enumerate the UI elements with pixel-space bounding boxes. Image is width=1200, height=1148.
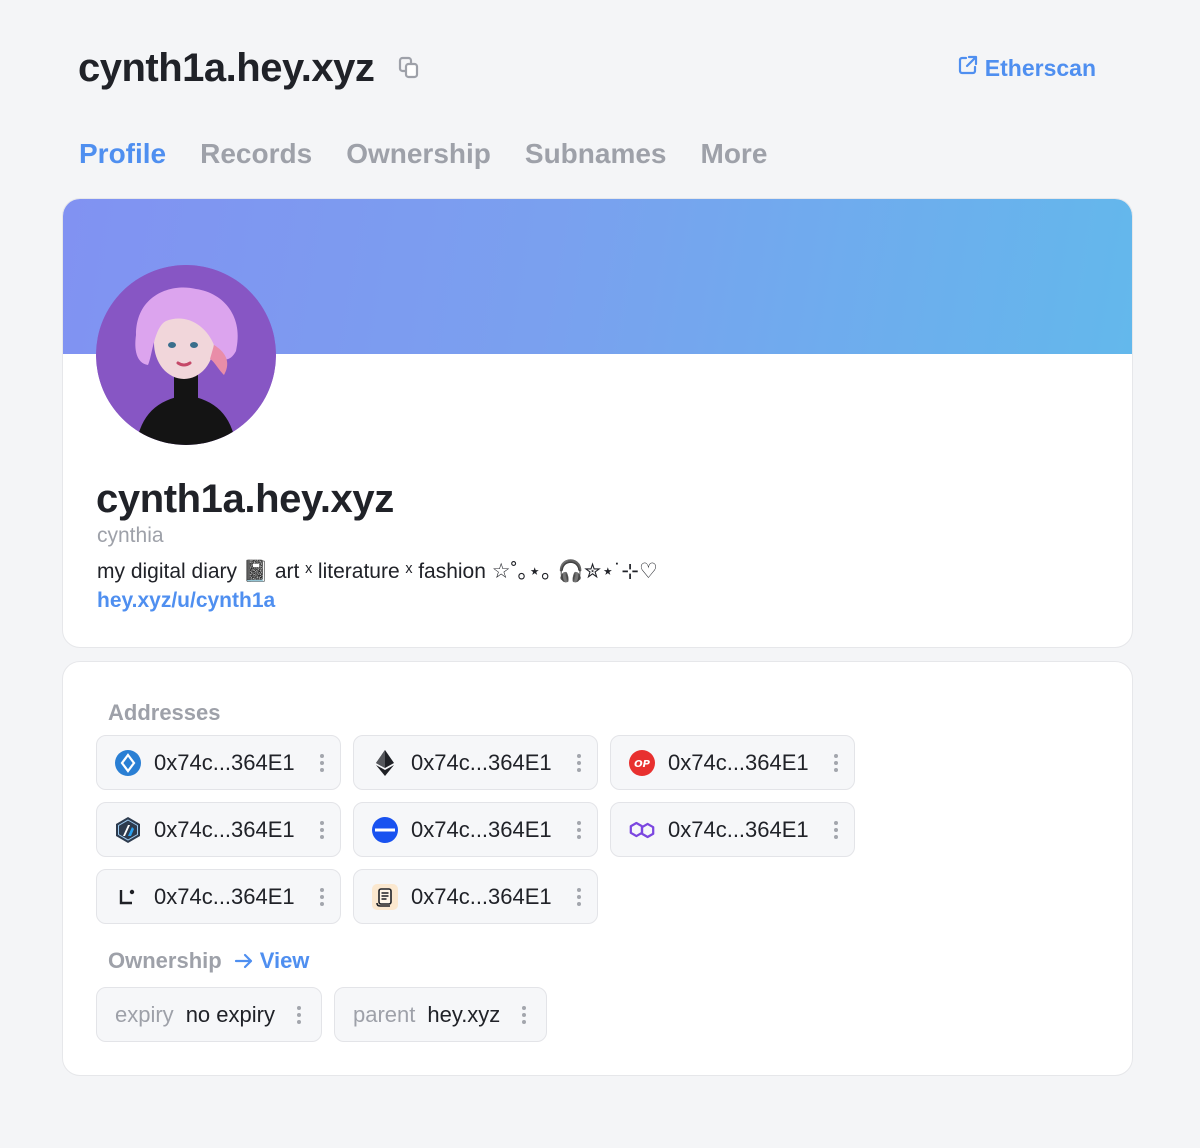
address-chip[interactable]: 0x74c...364E1: [353, 802, 598, 857]
address-chip[interactable]: 0x74c...364E1: [610, 802, 855, 857]
more-options-icon[interactable]: [318, 820, 326, 839]
svg-text:OP: OP: [634, 759, 651, 770]
etherscan-label: Etherscan: [984, 54, 1096, 81]
address-chip[interactable]: 0x74c...364E1: [96, 735, 341, 790]
more-options-icon[interactable]: [832, 753, 840, 772]
ethereum-icon: [371, 749, 399, 777]
profile-bio: my digital diary 📓 art ˣ literature ˣ fa…: [97, 560, 658, 583]
more-options-icon[interactable]: [318, 753, 326, 772]
profile-card: cynth1a.hey.xyz cynthia my digital diary…: [62, 198, 1133, 648]
copy-icon[interactable]: [396, 55, 422, 81]
address-value: 0x74c...364E1: [411, 883, 552, 909]
tab-profile[interactable]: Profile: [79, 138, 166, 170]
expiry-key: expiry: [115, 1001, 174, 1027]
ownership-row: Ownership View: [108, 948, 309, 974]
more-options-icon[interactable]: [575, 820, 583, 839]
more-options-icon[interactable]: [520, 1005, 528, 1024]
optimism-icon: OP: [628, 749, 656, 777]
parent-key: parent: [352, 1001, 416, 1027]
header: cynth1a.hey.xyz Etherscan: [78, 40, 1096, 96]
base-icon: [371, 816, 399, 844]
address-chip[interactable]: 0x74c...364E1: [353, 869, 598, 924]
avatar: [96, 265, 276, 445]
records-card: Addresses 0x74c...364E1 0x74c...364E1 OP…: [62, 661, 1133, 1076]
address-chip[interactable]: 0x74c...364E1: [96, 802, 341, 857]
address-value: 0x74c...364E1: [154, 883, 295, 909]
linea-icon: [114, 883, 142, 911]
address-value: 0x74c...364E1: [411, 816, 552, 842]
profile-link[interactable]: hey.xyz/u/cynth1a: [97, 589, 275, 613]
parent-value: hey.xyz: [427, 1001, 501, 1027]
tab-more[interactable]: More: [701, 138, 768, 170]
address-value: 0x74c...364E1: [154, 816, 295, 842]
more-options-icon[interactable]: [295, 1005, 303, 1024]
expiry-chip[interactable]: expiry no expiry: [96, 987, 322, 1042]
tab-records[interactable]: Records: [200, 138, 312, 170]
blue-diamond-coin-icon: [114, 749, 142, 777]
profile-nickname: cynthia: [97, 524, 164, 547]
polygon-icon: [628, 816, 656, 844]
ownership-view-link[interactable]: View: [260, 948, 310, 974]
address-grid: 0x74c...364E1 0x74c...364E1 OP 0x74c...3…: [96, 735, 855, 924]
address-value: 0x74c...364E1: [668, 816, 809, 842]
tab-bar: Profile Records Ownership Subnames More: [79, 138, 767, 170]
address-chip[interactable]: 0x74c...364E1: [353, 735, 598, 790]
scroll-icon: [371, 883, 399, 911]
profile-name: cynth1a.hey.xyz: [96, 477, 394, 521]
page: cynth1a.hey.xyz Etherscan Profile Record…: [0, 0, 1200, 1148]
ownership-chips: expiry no expiry parent hey.xyz: [96, 987, 548, 1042]
address-value: 0x74c...364E1: [154, 749, 295, 775]
tab-ownership[interactable]: Ownership: [346, 138, 491, 170]
page-title: cynth1a.hey.xyz: [78, 45, 375, 90]
more-options-icon[interactable]: [318, 887, 326, 906]
arrow-right-icon: [234, 953, 254, 969]
address-value: 0x74c...364E1: [668, 749, 809, 775]
parent-chip[interactable]: parent hey.xyz: [333, 987, 548, 1042]
addresses-label: Addresses: [108, 700, 221, 725]
address-chip[interactable]: 0x74c...364E1: [96, 869, 341, 924]
address-value: 0x74c...364E1: [411, 749, 552, 775]
more-options-icon[interactable]: [575, 753, 583, 772]
external-link-icon: [957, 54, 979, 82]
more-options-icon[interactable]: [832, 820, 840, 839]
etherscan-link[interactable]: Etherscan: [957, 54, 1096, 82]
address-chip[interactable]: OP 0x74c...364E1: [610, 735, 855, 790]
more-options-icon[interactable]: [575, 887, 583, 906]
ownership-label: Ownership: [108, 948, 222, 973]
tab-subnames[interactable]: Subnames: [525, 138, 667, 170]
arbitrum-icon: [114, 816, 142, 844]
expiry-value: no expiry: [185, 1001, 275, 1027]
